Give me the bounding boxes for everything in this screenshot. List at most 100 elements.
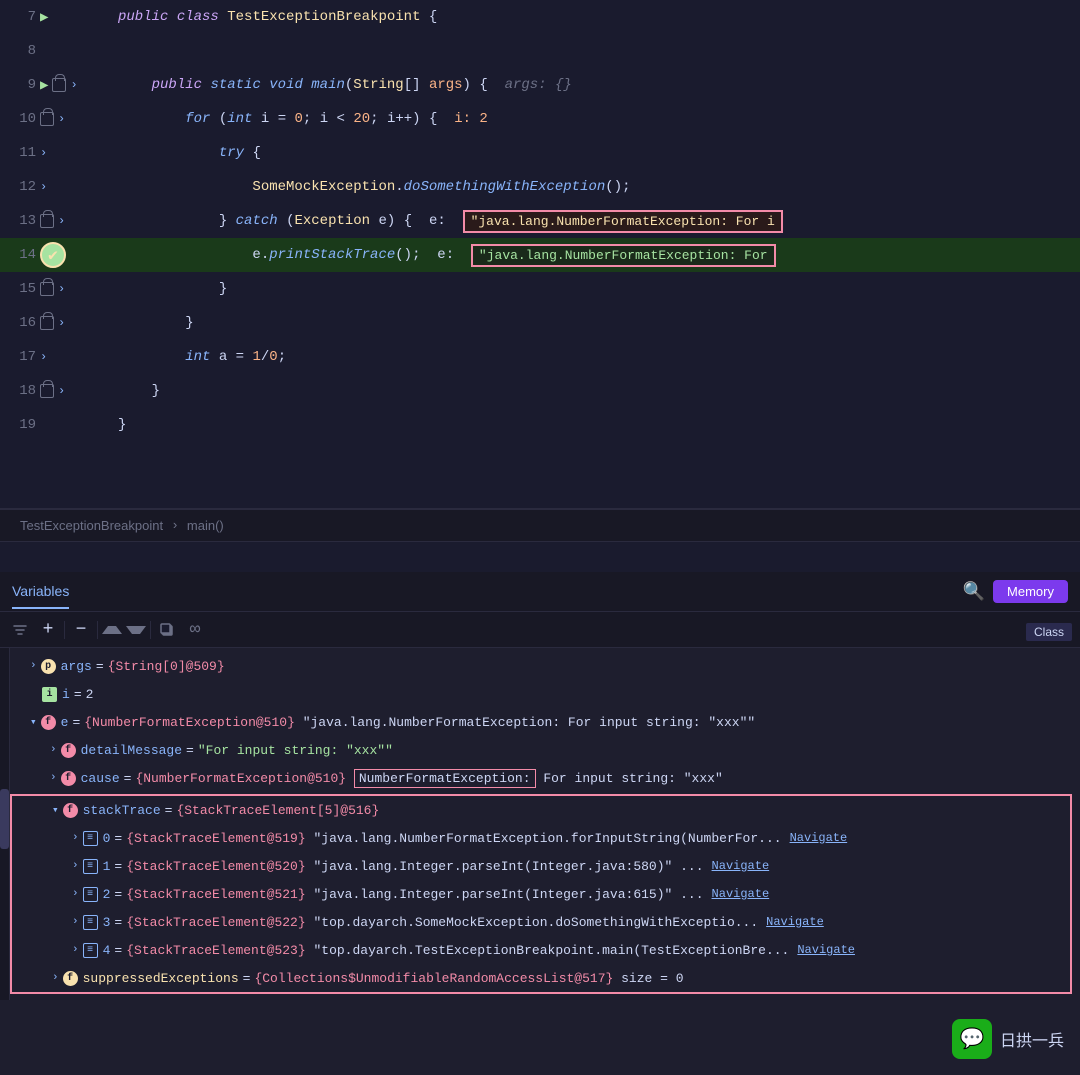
badge-args: p xyxy=(41,659,56,674)
var-row-suppressed: › f suppressedExceptions = {Collections$… xyxy=(12,964,1070,992)
line-content-7: public class TestExceptionBreakpoint { xyxy=(110,9,1080,25)
expand-st3[interactable]: › xyxy=(72,916,79,928)
variables-tab[interactable]: Variables xyxy=(12,575,69,609)
code-line-13: 13 › } catch (Exception e) { e: "java.la… xyxy=(0,204,1080,238)
expand-16[interactable]: › xyxy=(58,316,65,330)
var-val-st3: "top.dayarch.SomeMockException.doSomethi… xyxy=(306,915,758,930)
minus-icon-btn[interactable]: − xyxy=(69,618,93,642)
lock-icon-15 xyxy=(40,282,54,296)
watermark-text: 日拱一兵 xyxy=(1000,1027,1064,1051)
breadcrumb-class: TestExceptionBreakpoint xyxy=(20,518,163,533)
expand-st0[interactable]: › xyxy=(72,832,79,844)
code-line-16: 16 › } xyxy=(0,306,1080,340)
var-eq-st1: = xyxy=(114,859,122,874)
code-lines: 7 ▶ public class TestExceptionBreakpoint… xyxy=(0,0,1080,442)
gutter-18: 18 › xyxy=(0,383,110,399)
line-content-17: int a = 1/0; xyxy=(110,349,1080,365)
expand-st4[interactable]: › xyxy=(72,944,79,956)
badge-cause: f xyxy=(61,771,76,786)
variables-area: › p args = {String[0]@509} i i = 2 ▾ f e xyxy=(0,648,1080,1000)
expand-15[interactable]: › xyxy=(58,282,65,296)
expand-13[interactable]: › xyxy=(58,214,65,228)
var-name-st4: 4 xyxy=(103,943,111,958)
expand-11[interactable]: › xyxy=(40,146,47,160)
var-type-st3: {StackTraceElement@522} xyxy=(126,915,305,930)
line-number-7: 7 xyxy=(8,9,36,25)
search-icon-btn[interactable]: 🔍 xyxy=(963,581,985,603)
var-type-st1: {StackTraceElement@520} xyxy=(126,859,305,874)
toolbar-divider-2 xyxy=(97,621,98,639)
line-content-12: SomeMockException.doSomethingWithExcepti… xyxy=(110,179,1080,195)
expand-9[interactable]: › xyxy=(70,78,77,92)
var-row-cause: › f cause = {NumberFormatException@510} … xyxy=(10,764,1080,792)
expand-st2[interactable]: › xyxy=(72,888,79,900)
gutter-19: 19 xyxy=(0,417,110,433)
breadcrumb-bar: TestExceptionBreakpoint › main() xyxy=(0,510,1080,542)
wechat-logo: 💬 xyxy=(952,1019,992,1059)
toolbar-divider-1 xyxy=(64,621,65,639)
navigate-st3[interactable]: Navigate xyxy=(766,915,824,929)
expand-st1[interactable]: › xyxy=(72,860,79,872)
line-number-13: 13 xyxy=(8,213,36,229)
expand-st[interactable]: ▾ xyxy=(52,803,59,817)
var-type-st4: {StackTraceElement@523} xyxy=(126,943,305,958)
gutter-17: 17 › xyxy=(0,349,110,365)
var-name-i: i xyxy=(62,687,70,702)
memory-button[interactable]: Memory xyxy=(993,580,1068,603)
scroll-down-btn[interactable] xyxy=(126,626,146,634)
var-val-i: 2 xyxy=(86,687,94,702)
var-val-cause: For input string: "xxx" xyxy=(536,771,723,786)
var-eq-i: = xyxy=(74,687,82,702)
infinity-icon-btn[interactable]: ∞ xyxy=(183,618,207,642)
var-val-st2: "java.lang.Integer.parseInt(Integer.java… xyxy=(306,887,704,902)
gutter-7: 7 ▶ xyxy=(0,9,110,26)
badge-st1: ≡ xyxy=(83,859,98,874)
line-number-12: 12 xyxy=(8,179,36,195)
red-box-stack: ▾ f stackTrace = {StackTraceElement[5]@5… xyxy=(10,794,1072,994)
add-icon-btn[interactable]: + xyxy=(36,618,60,642)
var-val-st0: "java.lang.NumberFormatException.forInpu… xyxy=(306,831,782,846)
var-val-detail: "For input string: "xxx"" xyxy=(198,743,393,758)
expand-args[interactable]: › xyxy=(30,660,37,672)
gutter-9: 9 ▶ › xyxy=(0,77,110,94)
var-val-st4: "top.dayarch.TestExceptionBreakpoint.mai… xyxy=(306,943,790,958)
badge-sup: f xyxy=(63,971,78,986)
var-name-sup: suppressedExceptions xyxy=(83,971,239,986)
var-name-cause: cause xyxy=(81,771,120,786)
scroll-thumb[interactable] xyxy=(0,789,9,849)
expand-detail[interactable]: › xyxy=(50,744,57,756)
var-val-sup: size = 0 xyxy=(613,971,683,986)
expand-e[interactable]: ▾ xyxy=(30,715,37,729)
navigate-st2[interactable]: Navigate xyxy=(712,887,770,901)
lock-icon-16 xyxy=(40,316,54,330)
var-val-e: "java.lang.NumberFormatException: For in… xyxy=(295,715,755,730)
var-name-args: args xyxy=(61,659,92,674)
gutter-16: 16 › xyxy=(0,315,110,331)
line-number-15: 15 xyxy=(8,281,36,297)
navigate-st4[interactable]: Navigate xyxy=(797,943,855,957)
debug-tabs-row: Variables 🔍 Memory xyxy=(0,572,1080,612)
expand-sup[interactable]: › xyxy=(52,972,59,984)
var-type-st: {StackTraceElement[5]@516} xyxy=(176,803,379,818)
code-line-15: 15 › } xyxy=(0,272,1080,306)
expand-17[interactable]: › xyxy=(40,350,47,364)
var-name-st1: 1 xyxy=(103,859,111,874)
navigate-st1[interactable]: Navigate xyxy=(712,859,770,873)
scroll-up-btn[interactable] xyxy=(102,626,122,634)
expand-10[interactable]: › xyxy=(58,112,65,126)
filter-icon-btn[interactable] xyxy=(8,618,32,642)
expand-12[interactable]: › xyxy=(40,180,47,194)
copy-icon-btn[interactable] xyxy=(155,618,179,642)
class-label: Class xyxy=(1026,623,1072,641)
badge-detail: f xyxy=(61,743,76,758)
var-eq-st: = xyxy=(165,803,173,818)
var-type-sup: {Collections$UnmodifiableRandomAccessLis… xyxy=(254,971,613,986)
expand-cause[interactable]: › xyxy=(50,772,57,784)
line-content-13: } catch (Exception e) { e: "java.lang.Nu… xyxy=(110,210,1080,233)
var-eq-sup: = xyxy=(243,971,251,986)
var-row-st2: › ≡ 2 = {StackTraceElement@521} "java.la… xyxy=(12,880,1070,908)
code-line-10: 10 › for (int i = 0; i < 20; i++) { i: 2 xyxy=(0,102,1080,136)
code-line-9: 9 ▶ › public static void main(String[] a… xyxy=(0,68,1080,102)
expand-18[interactable]: › xyxy=(58,384,65,398)
navigate-st0[interactable]: Navigate xyxy=(790,831,848,845)
